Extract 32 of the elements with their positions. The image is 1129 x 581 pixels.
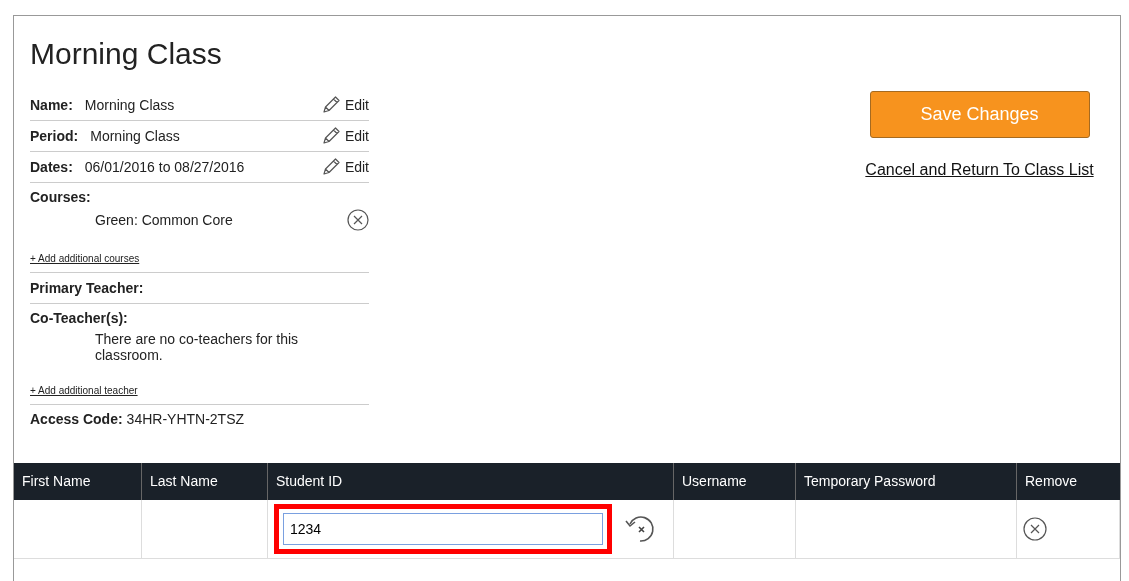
- column-header: Remove: [1024, 472, 1079, 491]
- course-name: Green: Common Core: [95, 212, 233, 228]
- column-header: First Name: [14, 463, 142, 500]
- remove-icon[interactable]: [347, 209, 369, 231]
- access-code: 34HR-YHTN-2TSZ: [126, 411, 245, 427]
- field-value: Morning Class: [90, 128, 181, 144]
- section-label: Primary Teacher:: [30, 280, 145, 296]
- pencil-icon: [320, 126, 341, 146]
- add-courses-link[interactable]: + Add additional courses: [30, 253, 140, 264]
- field-label: Period:: [30, 128, 79, 144]
- add-teacher-link[interactable]: + Add additional teacher: [30, 385, 138, 396]
- pencil-icon: [320, 157, 341, 177]
- empty-message: There are no co-teachers for this classroom.: [94, 330, 300, 363]
- cancel-link[interactable]: Cancel and Return To Class List: [865, 161, 1094, 179]
- student-id-field[interactable]: 1234: [283, 513, 603, 545]
- section-label: Co-Teacher(s):: [30, 310, 129, 326]
- edit-link[interactable]: Edit: [320, 95, 369, 115]
- column-header: Student ID: [268, 463, 674, 500]
- field-value: 06/01/2016 to 08/27/2016: [84, 159, 246, 175]
- field-label: Name:: [30, 97, 73, 113]
- field-value: Morning Class: [84, 97, 176, 113]
- edit-link[interactable]: Edit: [320, 126, 369, 146]
- section-label: Access Code:: [30, 411, 123, 427]
- page-title: Morning Class: [30, 36, 223, 72]
- column-header: Last Name: [142, 463, 268, 500]
- column-header: Temporary Password: [796, 463, 1017, 500]
- column-header: Username: [674, 463, 796, 500]
- field-label: Dates:: [30, 159, 73, 175]
- edit-link[interactable]: Edit: [320, 157, 369, 177]
- section-label: Courses:: [30, 189, 92, 205]
- remove-icon[interactable]: [1023, 517, 1047, 541]
- pencil-icon: [320, 95, 341, 115]
